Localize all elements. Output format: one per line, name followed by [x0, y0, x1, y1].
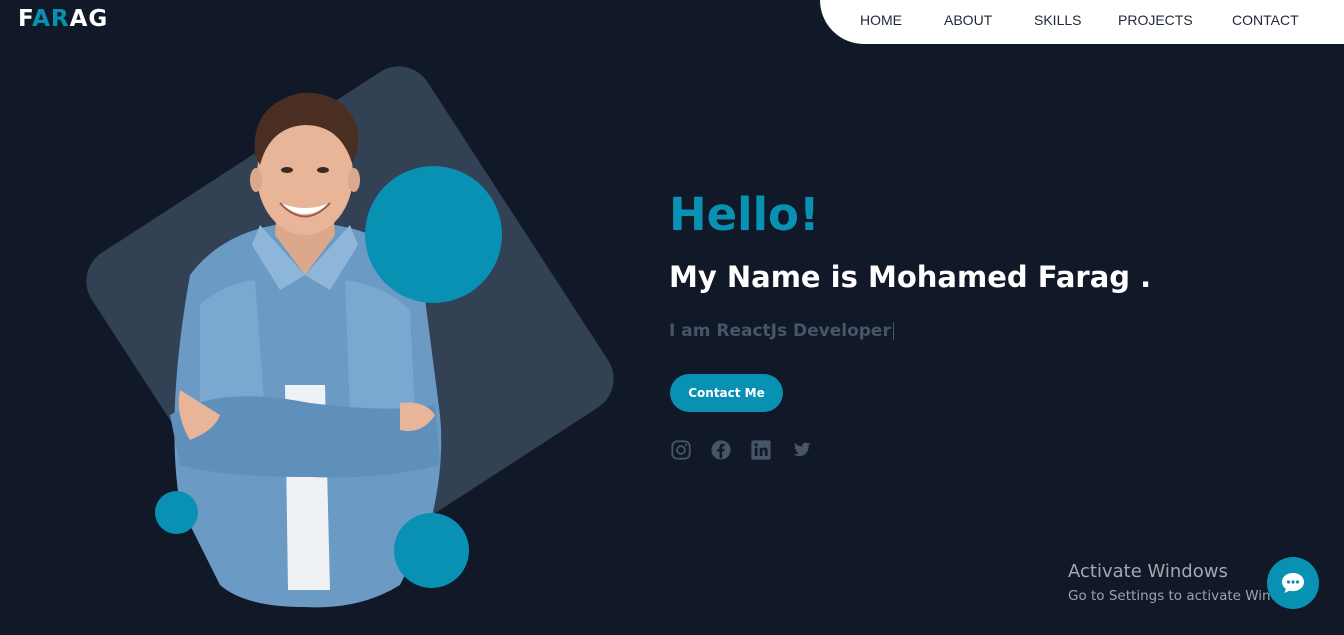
contact-me-button[interactable]: Contact Me	[670, 374, 783, 412]
hero-role-text: I am ReactJs Developer	[669, 321, 891, 341]
decor-circle-medium	[394, 513, 469, 588]
nav-home[interactable]: HOME	[860, 12, 902, 28]
nav-about[interactable]: ABOUT	[944, 12, 992, 28]
linkedin-icon[interactable]	[750, 439, 772, 461]
facebook-icon[interactable]	[710, 439, 732, 461]
hero-name: My Name is Mohamed Farag .	[669, 260, 1152, 294]
social-links	[670, 439, 812, 461]
page: FARAG HOME ABOUT SKILLS PROJECTS CONTACT	[0, 0, 1344, 635]
chat-bubble-icon	[1282, 573, 1304, 593]
hero-greeting: Hello!	[669, 188, 820, 241]
decor-circle-large	[365, 166, 502, 303]
nav-contact[interactable]: CONTACT	[1232, 12, 1299, 28]
twitter-icon[interactable]	[790, 439, 812, 461]
hero-role: I am ReactJs Developer	[669, 321, 894, 341]
nav-projects[interactable]: PROJECTS	[1118, 12, 1193, 28]
typing-caret	[892, 322, 894, 340]
hero-artwork	[0, 0, 660, 635]
decor-circle-small	[155, 491, 198, 534]
instagram-icon[interactable]	[670, 439, 692, 461]
top-navbar: HOME ABOUT SKILLS PROJECTS CONTACT	[820, 0, 1344, 44]
nav-skills[interactable]: SKILLS	[1034, 12, 1081, 28]
chat-button[interactable]	[1267, 557, 1319, 609]
